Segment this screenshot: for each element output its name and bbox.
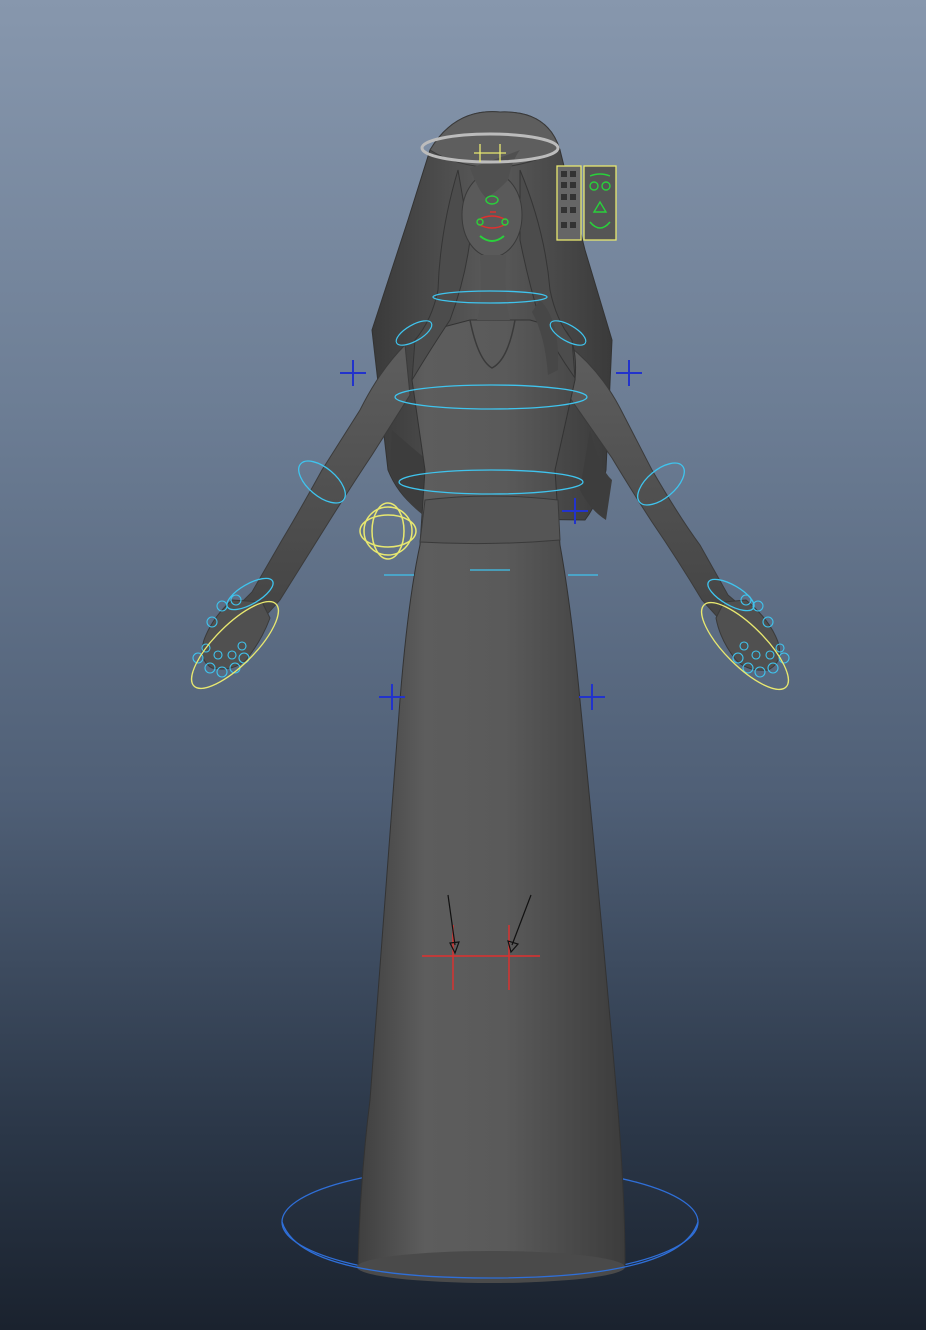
maya-viewport[interactable] [0,0,926,1330]
face-ui-panel[interactable] [556,165,617,241]
pole-vector-right[interactable] [616,360,642,386]
knee-locator-right[interactable] [579,684,605,710]
cog-control[interactable] [359,502,417,560]
scene-canvas[interactable] [0,0,926,1330]
pole-vector-left[interactable] [340,360,366,386]
